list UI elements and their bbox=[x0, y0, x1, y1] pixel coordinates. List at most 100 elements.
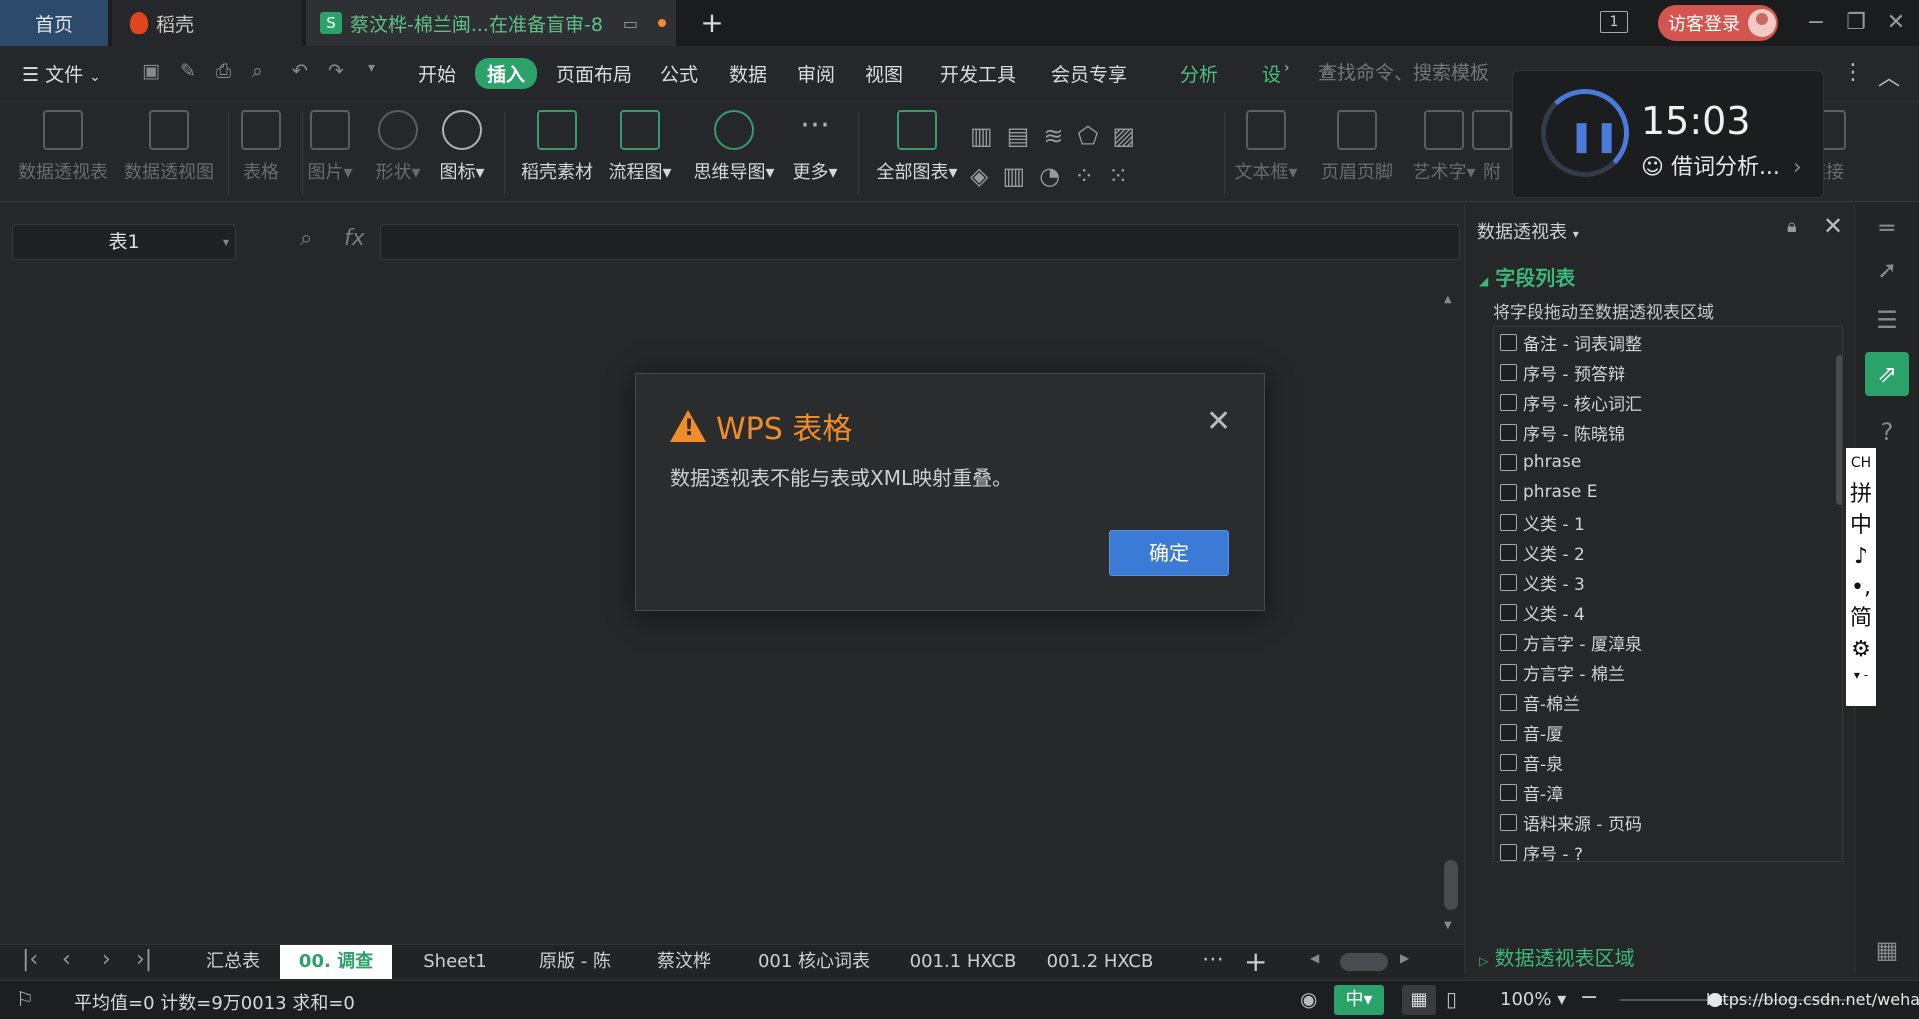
drag-handle-icon[interactable]: ═ bbox=[1873, 214, 1901, 242]
close-window-button[interactable]: ✕ bbox=[1876, 8, 1916, 38]
field-item[interactable]: 序号 - 陈晓锦 bbox=[1494, 417, 1842, 447]
new-tab-button[interactable]: + bbox=[692, 8, 732, 38]
more-options-icon[interactable]: ⋮ bbox=[1842, 60, 1864, 85]
field-item[interactable]: 义类 - 3 bbox=[1494, 567, 1842, 597]
hscroll-right-icon[interactable]: ▶ bbox=[1400, 951, 1409, 965]
name-box[interactable]: 表1 ▾ bbox=[12, 224, 236, 260]
select-cursor-icon[interactable]: ➚ bbox=[1873, 256, 1901, 284]
settings-sliders-icon[interactable]: ☰ bbox=[1873, 306, 1901, 334]
first-sheet-icon[interactable]: |‹ bbox=[22, 947, 38, 972]
zoom-formula-icon[interactable]: ⌕ bbox=[300, 226, 312, 251]
timer-task[interactable]: ☺ 借词分析... › bbox=[1641, 149, 1802, 181]
vertical-scrollbar[interactable]: ▲ ▼ bbox=[1440, 290, 1462, 940]
menu-view[interactable]: 视图 bbox=[865, 60, 903, 87]
field-item[interactable]: 音-棉兰 bbox=[1494, 687, 1842, 717]
field-checkbox[interactable] bbox=[1500, 483, 1517, 501]
ime-chinese-icon[interactable]: 中 bbox=[1846, 510, 1876, 541]
horizontal-scroll-thumb[interactable] bbox=[1340, 953, 1388, 971]
help-icon[interactable]: ? bbox=[1873, 418, 1901, 446]
last-sheet-icon[interactable]: ›| bbox=[136, 947, 152, 972]
fx-icon[interactable]: fx bbox=[344, 226, 365, 251]
menu-review[interactable]: 审阅 bbox=[797, 60, 835, 87]
field-checkbox[interactable] bbox=[1500, 573, 1517, 591]
all-charts-button[interactable]: 全部图表▾ bbox=[862, 110, 972, 184]
field-list-scroll-thumb[interactable] bbox=[1836, 355, 1842, 505]
field-checkbox[interactable] bbox=[1500, 393, 1517, 411]
focus-timer-widget[interactable]: ❚❚ 15:03 ☺ 借词分析... › bbox=[1512, 70, 1824, 198]
field-checkbox[interactable] bbox=[1500, 513, 1517, 531]
menu-insert[interactable]: 插入 bbox=[475, 58, 538, 89]
field-list[interactable]: 备注 - 词表调整 序号 - 预答辩 序号 - 核心词汇 序号 - 陈晓锦 phrase… bbox=[1493, 326, 1843, 862]
tab-daoke[interactable]: 稻壳 bbox=[112, 0, 302, 46]
panel-close-button[interactable]: ✕ bbox=[1823, 212, 1843, 240]
more-sheets-icon[interactable]: ⋯ bbox=[1202, 947, 1224, 972]
menu-scroll-right-icon[interactable]: › bbox=[1284, 60, 1290, 76]
ime-settings-icon[interactable]: ⚙ bbox=[1846, 634, 1876, 665]
field-item[interactable]: 音-厦 bbox=[1494, 717, 1842, 747]
sheet-tab[interactable]: Sheet1 bbox=[394, 945, 516, 979]
sheet-tab[interactable]: 汇总表 bbox=[186, 945, 280, 979]
chart-type-gallery[interactable]: ▥▤≋⬠▨ ◈▥◔⁘⁙ bbox=[970, 116, 1210, 196]
field-checkbox[interactable] bbox=[1500, 663, 1517, 681]
menu-analyze[interactable]: 分析 bbox=[1180, 60, 1218, 87]
sheet-tab[interactable]: 00. 调查 bbox=[280, 945, 392, 979]
field-checkbox[interactable] bbox=[1500, 423, 1517, 441]
field-checkbox[interactable] bbox=[1500, 633, 1517, 651]
menu-design[interactable]: 设 bbox=[1262, 60, 1281, 87]
sheet-tab[interactable]: 原版 - 陈 bbox=[516, 945, 634, 979]
field-item[interactable]: 义类 - 1 bbox=[1494, 507, 1842, 537]
tab-document[interactable]: S 蔡汶桦-棉兰闽...在准备盲审-8 ▭ bbox=[306, 0, 676, 46]
ime-punct-icon[interactable]: •, bbox=[1846, 572, 1876, 603]
menu-start[interactable]: 开始 bbox=[418, 60, 456, 87]
sheet-tab[interactable]: 蔡汶桦 bbox=[634, 945, 734, 979]
undo-icon[interactable]: ↶ bbox=[292, 60, 308, 82]
field-checkbox[interactable] bbox=[1500, 753, 1517, 771]
vertical-scroll-thumb[interactable] bbox=[1444, 860, 1458, 910]
page-view-icon[interactable]: ▯ bbox=[1446, 987, 1457, 1011]
field-item[interactable]: 方言字 - 棉兰 bbox=[1494, 657, 1842, 687]
field-checkbox[interactable] bbox=[1500, 333, 1517, 351]
pivot-panel-toggle-icon[interactable]: ⇗ bbox=[1865, 352, 1909, 396]
pivot-area-header[interactable]: ▷ 数据透视表区域 bbox=[1479, 942, 1635, 971]
input-mode-button[interactable]: 中▾ bbox=[1334, 985, 1384, 1015]
field-item[interactable]: 序号 - ? bbox=[1494, 837, 1842, 861]
menu-data[interactable]: 数据 bbox=[729, 60, 767, 87]
scroll-down-icon[interactable]: ▼ bbox=[1444, 920, 1452, 931]
field-checkbox[interactable] bbox=[1500, 693, 1517, 711]
save-icon[interactable]: ▣ bbox=[142, 60, 160, 82]
flowchart-button[interactable]: 流程图▾ bbox=[590, 110, 690, 184]
field-checkbox[interactable] bbox=[1500, 723, 1517, 741]
ime-pinyin-icon[interactable]: 拼 bbox=[1846, 479, 1876, 510]
field-checkbox[interactable] bbox=[1500, 813, 1517, 831]
ime-toolbar[interactable]: CH 拼 中 ♪ •, 简 ⚙ ▾ - bbox=[1846, 448, 1876, 706]
search-input[interactable] bbox=[1318, 56, 1518, 90]
panel-title-dropdown[interactable]: 数据透视表 ▾ bbox=[1477, 218, 1579, 244]
ime-moon-icon[interactable]: ♪ bbox=[1846, 541, 1876, 572]
field-item[interactable]: 语料来源 - 页码 bbox=[1494, 807, 1842, 837]
field-item[interactable]: 序号 - 核心词汇 bbox=[1494, 387, 1842, 417]
collapse-ribbon-icon[interactable]: ︿ bbox=[1878, 60, 1900, 92]
file-menu[interactable]: ☰ 文件 ⌄ bbox=[22, 60, 101, 87]
normal-view-icon[interactable]: ▦ bbox=[1402, 985, 1436, 1015]
field-item[interactable]: 序号 - 预答辩 bbox=[1494, 357, 1842, 387]
ime-ch-icon[interactable]: CH bbox=[1846, 448, 1876, 479]
page-indicator[interactable]: 1 bbox=[1600, 11, 1628, 33]
scroll-up-icon[interactable]: ▲ bbox=[1444, 294, 1452, 305]
field-item[interactable]: 备注 - 词表调整 bbox=[1494, 327, 1842, 357]
menu-developer[interactable]: 开发工具 bbox=[940, 60, 1016, 87]
next-sheet-icon[interactable]: › bbox=[102, 947, 111, 972]
field-checkbox[interactable] bbox=[1500, 363, 1517, 381]
ime-simplified-icon[interactable]: 简 bbox=[1846, 603, 1876, 634]
customize-chevron-icon[interactable]: ▾ bbox=[368, 60, 375, 76]
minimize-button[interactable]: − bbox=[1796, 8, 1836, 38]
zoom-out-button[interactable]: − bbox=[1580, 985, 1598, 1010]
sheet-tab[interactable]: 001 核心词表 bbox=[734, 945, 894, 979]
sheet-tab[interactable]: 001.1 HXCB bbox=[894, 945, 1032, 979]
field-item[interactable]: phrase bbox=[1494, 447, 1842, 477]
field-item[interactable]: 音-漳 bbox=[1494, 777, 1842, 807]
sheet-tab[interactable]: 001.2 HXCB bbox=[1032, 945, 1168, 979]
mindmap-button[interactable]: 思维导图▾ bbox=[684, 110, 784, 184]
eye-protection-icon[interactable]: ◉ bbox=[1300, 987, 1317, 1011]
field-list-header[interactable]: ◢ 字段列表 bbox=[1479, 262, 1575, 291]
pivot-table-button[interactable]: 数据透视表 bbox=[8, 110, 118, 184]
